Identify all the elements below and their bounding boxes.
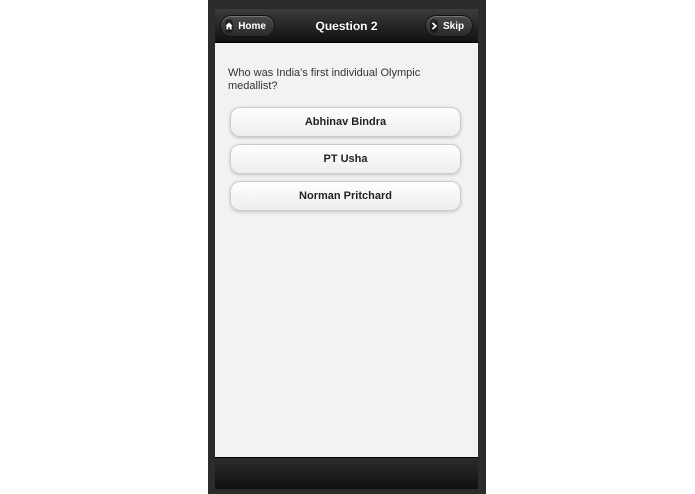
answer-button-3[interactable]: Norman Pritchard xyxy=(230,181,461,211)
question-text: Who was India's first individual Olympic… xyxy=(228,67,421,92)
app-screen: Home Question 2 Skip Who was India's fir… xyxy=(215,9,478,489)
skip-button[interactable]: Skip xyxy=(425,15,473,37)
answer-button-2[interactable]: PT Usha xyxy=(230,144,461,174)
device-frame: Home Question 2 Skip Who was India's fir… xyxy=(208,0,486,494)
chevron-right-icon xyxy=(430,19,438,33)
answer-list: Abhinav Bindra PT Usha Norman Pritchard xyxy=(230,107,461,218)
header-bar: Home Question 2 Skip xyxy=(215,9,478,43)
answer-button-1[interactable]: Abhinav Bindra xyxy=(230,107,461,137)
footer-bar xyxy=(215,457,478,489)
skip-button-label: Skip xyxy=(443,20,465,32)
